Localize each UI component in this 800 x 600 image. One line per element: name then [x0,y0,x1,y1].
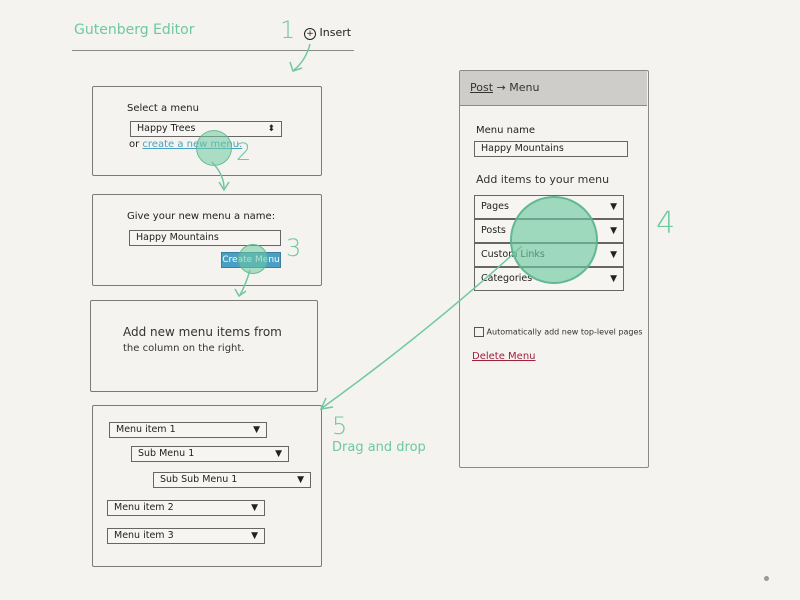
auto-add-checkbox[interactable] [474,327,484,337]
menu-name-value: Happy Mountains [481,143,564,154]
or-text: or [129,139,140,150]
plus-circle-icon: + [304,28,316,40]
caret-down-icon: ▼ [610,250,617,260]
source-label: Pages [481,201,509,212]
caret-down-icon: ▼ [253,425,260,435]
new-menu-name-label: Give your new menu a name: [127,211,276,222]
caret-down-icon: ▼ [251,531,258,541]
step-5-number: 5 [332,412,348,440]
menu-item[interactable]: Sub Menu 1 ▼ [131,446,289,462]
breadcrumb-menu: Menu [509,81,540,94]
select-menu-label: Select a menu [127,103,199,114]
delete-menu-link[interactable]: Delete Menu [472,351,536,362]
insert-label: Insert [319,26,352,39]
source-label: Categories [481,273,533,284]
insert-button[interactable]: + Insert [304,26,351,40]
menu-item-label: Menu item 3 [114,530,174,541]
menu-item[interactable]: Menu item 3 ▼ [107,528,265,544]
sidebar-header: Post → Menu [460,71,647,106]
new-menu-name-value: Happy Mountains [136,232,219,243]
new-menu-name-input[interactable]: Happy Mountains [129,230,281,246]
drag-drop-label: Drag and drop [332,440,426,455]
instructions-panel: Add new menu items from the column on th… [90,300,318,392]
breadcrumb-post[interactable]: Post [470,81,493,94]
source-label: Posts [481,225,506,236]
caret-down-icon: ▼ [610,226,617,236]
updown-icon: ⬍ [267,124,275,134]
highlight-circle-3 [238,244,268,274]
auto-add-row[interactable]: Automatically add new top-level pages [474,327,643,337]
highlight-circle-4 [510,196,598,284]
step-4-number: 4 [656,206,676,241]
highlight-circle-2 [196,130,232,166]
arrow-right-icon: → [496,81,506,94]
menu-select-value: Happy Trees [137,123,196,134]
caret-down-icon: ▼ [297,475,304,485]
menu-item[interactable]: Sub Sub Menu 1 ▼ [153,472,311,488]
menu-name-input[interactable]: Happy Mountains [474,141,628,157]
instructions-line-1: Add new menu items from [123,325,282,339]
instructions-line-2: the column on the right. [123,343,245,354]
caret-down-icon: ▼ [610,274,617,284]
step-2-number: 2 [236,138,252,166]
auto-add-label: Automatically add new top-level pages [486,327,643,337]
add-items-heading: Add items to your menu [476,173,610,186]
caret-down-icon: ▼ [610,202,617,212]
menu-item-label: Menu item 2 [114,502,174,513]
menu-name-label: Menu name [476,125,535,136]
caret-down-icon: ▼ [275,449,282,459]
menu-item[interactable]: Menu item 1 ▼ [109,422,267,438]
header-divider [72,50,354,51]
menu-item-label: Menu item 1 [116,424,176,435]
menu-structure-panel: Menu item 1 ▼ Sub Menu 1 ▼ Sub Sub Menu … [92,405,322,567]
page-dot [764,576,769,581]
breadcrumb: Post → Menu [470,81,539,94]
step-3-number: 3 [286,234,302,262]
menu-item-label: Sub Sub Menu 1 [160,474,238,485]
page-title: Gutenberg Editor [74,22,195,38]
caret-down-icon: ▼ [251,503,258,513]
menu-item[interactable]: Menu item 2 ▼ [107,500,265,516]
step-1-number: 1 [280,16,296,44]
menu-item-label: Sub Menu 1 [138,448,195,459]
